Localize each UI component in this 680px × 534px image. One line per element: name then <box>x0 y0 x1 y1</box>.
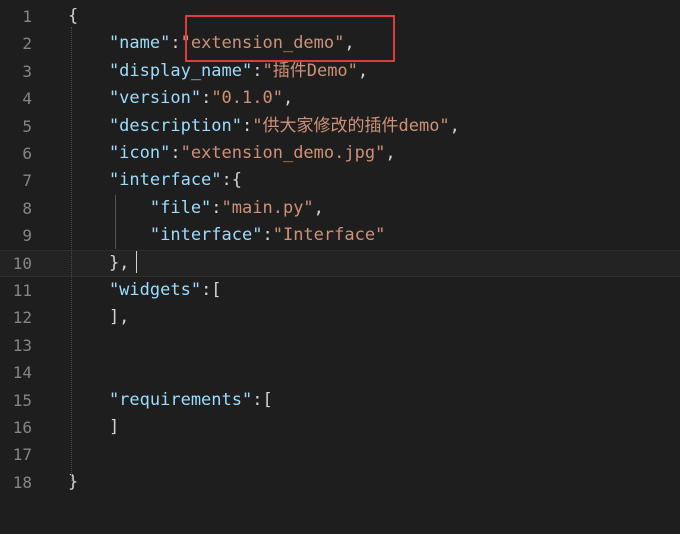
line-code: "file":"main.py", <box>68 195 324 222</box>
string-token: "插件Demo" <box>262 60 358 81</box>
code-editor[interactable]: 1{2 "name":"extension_demo", 3 "display_n… <box>0 0 680 534</box>
key-token: "description" <box>68 115 242 136</box>
punctuation-token: , <box>385 143 396 163</box>
key-token: "icon" <box>68 143 171 163</box>
code-line[interactable]: 4 "version":"0.1.0", <box>0 85 680 112</box>
line-code: "widgets":[ <box>68 277 222 304</box>
code-line[interactable]: 8 "file":"main.py", <box>0 195 680 222</box>
name-value-highlight-box <box>185 15 395 62</box>
indent-guide-outer <box>71 27 72 481</box>
key-token: "interface" <box>68 170 222 191</box>
line-code: "icon":"extension_demo.jpg", <box>68 140 396 167</box>
line-number: 4 <box>22 89 32 109</box>
key-token: "version" <box>68 88 202 109</box>
key-token: "name" <box>68 33 171 54</box>
punctuation-token: : <box>262 225 273 246</box>
code-line[interactable]: 17 <box>0 441 680 468</box>
text-cursor <box>136 251 137 273</box>
key-token: "display_name" <box>68 60 253 81</box>
punctuation-token: } <box>68 471 79 492</box>
punctuation-token: , <box>282 88 294 109</box>
punctuation-token: }, <box>68 252 130 273</box>
punctuation-token: , <box>357 60 369 81</box>
code-line[interactable]: 11 "widgets":[ <box>0 277 680 304</box>
punctuation-token: : <box>170 143 181 163</box>
line-number: 1 <box>22 7 32 26</box>
key-token: "requirements" <box>68 389 253 410</box>
string-token: "Interface" <box>272 225 386 246</box>
code-line[interactable]: 18} <box>0 469 680 496</box>
line-number: 13 <box>12 335 32 355</box>
code-line[interactable]: 16 ] <box>0 414 680 441</box>
key-token: "widgets" <box>68 280 202 300</box>
line-code: { <box>68 3 78 30</box>
line-number: 11 <box>12 281 32 300</box>
punctuation-token: : <box>252 60 263 81</box>
string-token: "main.py" <box>221 197 314 218</box>
line-code: } <box>68 469 78 496</box>
key-token: "interface" <box>68 225 263 246</box>
line-code: "requirements":[ <box>68 387 273 414</box>
code-line[interactable]: 10 }, <box>0 249 680 277</box>
line-number: 5 <box>22 116 32 136</box>
line-number: 9 <box>22 226 32 246</box>
code-line[interactable]: 14 <box>0 359 680 386</box>
line-number: 3 <box>22 61 32 81</box>
code-line[interactable]: 9 "interface":"Interface" <box>0 222 680 249</box>
punctuation-token: , <box>313 197 324 218</box>
punctuation-token: :[ <box>201 280 222 300</box>
punctuation-token: { <box>68 6 79 26</box>
line-number: 8 <box>22 198 32 218</box>
line-number: 14 <box>12 363 32 383</box>
code-line[interactable]: 5 "description":"供大家修改的插件demo", <box>0 113 680 140</box>
punctuation-token: , <box>449 115 460 136</box>
line-number: 15 <box>12 390 32 410</box>
code-line[interactable]: 15 "requirements":[ <box>0 387 680 414</box>
line-code: }, <box>68 250 129 277</box>
punctuation-token: :[ <box>252 389 273 410</box>
code-line[interactable]: 12 ], <box>0 304 680 331</box>
line-code: "version":"0.1.0", <box>68 85 293 112</box>
punctuation-token: : <box>242 115 253 136</box>
punctuation-token: : <box>201 88 212 109</box>
code-line[interactable]: 7 "interface":{ <box>0 167 680 194</box>
indent-guide-inner <box>115 195 116 249</box>
line-code: ] <box>68 414 119 441</box>
line-number: 2 <box>22 34 32 54</box>
punctuation-token: :{ <box>221 170 243 191</box>
line-number: 12 <box>12 308 32 328</box>
code-line[interactable]: 6 "icon":"extension_demo.jpg", <box>0 140 680 167</box>
string-token: "extension_demo.jpg" <box>180 143 386 163</box>
line-code: ], <box>68 304 129 331</box>
line-number: 7 <box>22 171 32 191</box>
string-token: "0.1.0" <box>211 88 283 109</box>
line-number: 17 <box>12 445 32 465</box>
string-token: "供大家修改的插件demo" <box>252 115 450 136</box>
line-number: 6 <box>22 144 32 163</box>
punctuation-token: : <box>170 33 181 54</box>
punctuation-token: ], <box>68 307 130 328</box>
line-number: 18 <box>12 472 32 492</box>
key-token: "file" <box>68 197 212 218</box>
line-number: 16 <box>12 418 32 437</box>
line-code: "interface":{ <box>68 167 242 194</box>
punctuation-token: ] <box>68 417 120 437</box>
line-number: 10 <box>12 253 32 273</box>
punctuation-token: : <box>211 197 222 218</box>
code-line[interactable]: 13 <box>0 332 680 359</box>
line-code: "description":"供大家修改的插件demo", <box>68 113 460 140</box>
